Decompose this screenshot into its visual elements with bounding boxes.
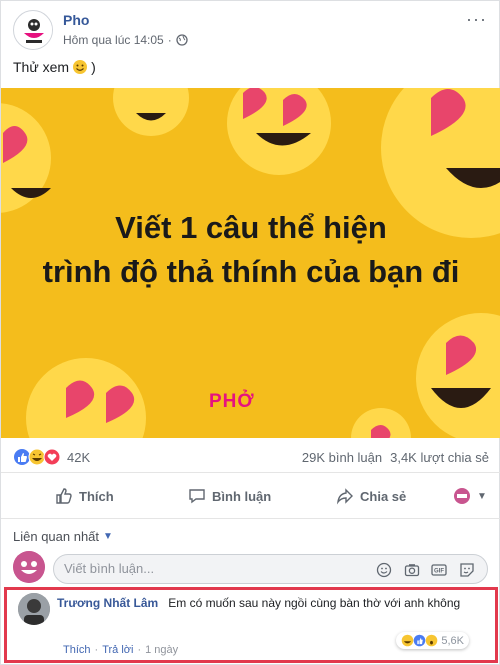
image-headline: Viết 1 câu thể hiện trình độ thả thính c… [1,206,500,294]
comment-bubble-icon [189,489,205,504]
post-timestamp[interactable]: Hôm qua lúc 14:05 · [63,33,188,47]
sort-label: Liên quan nhất [13,529,100,544]
like-label: Thích [79,488,114,504]
stat-counts: 29K bình luận 3,4K lượt chia sẻ [302,450,489,465]
page-avatar-small-icon [454,488,470,504]
post-card: Pho Hôm qua lúc 14:05 · ··· Thử xem ) Vi… [0,0,500,665]
wow-reaction-icon [426,634,438,647]
comment-composer: GIF [1,551,500,587]
page-name[interactable]: Pho [63,12,89,28]
reaction-icons[interactable] [13,448,61,466]
comment-label: Bình luận [212,488,272,504]
comment-input-wrapper: GIF [53,554,488,584]
avatar[interactable] [13,551,45,583]
globe-icon [176,34,188,46]
gif-icon[interactable]: GIF [431,562,447,578]
share-label: Chia sẻ [360,488,407,504]
post-header: Pho Hôm qua lúc 14:05 · ··· [1,1,500,57]
comment-reaction-count: 5,6K [441,634,464,647]
share-button[interactable]: Chia sẻ [336,487,406,505]
comment-like-link[interactable]: Thích [63,644,91,656]
comment-body: Trương Nhất Lâm Em có muốn sau này ngồi … [57,595,489,611]
react-as-page-button[interactable]: ▼ [453,487,487,505]
share-count[interactable]: 3,4K lượt chia sẻ [390,450,489,465]
comment-button[interactable]: Bình luận [188,487,271,505]
comment-sort-dropdown[interactable]: Liên quan nhất ▼ [13,529,113,544]
svg-text:GIF: GIF [434,569,444,575]
image-headline-line1: Viết 1 câu thể hiện [115,210,387,245]
comment-count[interactable]: 29K bình luận [302,450,382,465]
chevron-down-icon: ▼ [477,490,487,502]
post-actions: Thích Bình luận Chia sẻ ▼ [1,475,500,519]
comment-actions: Thích · Trả lời · 1 ngày [63,644,179,656]
comment-age[interactable]: 1 ngày [145,644,178,656]
avatar[interactable] [18,593,50,625]
caption-text: Thử xem [13,59,70,75]
camera-icon[interactable] [404,562,420,578]
more-options-icon[interactable]: ··· [466,9,487,30]
comment-reactions[interactable]: 5,6K [396,632,469,649]
brand-logo: PHỞ [209,391,255,412]
post-stats: 42K 29K bình luận 3,4K lượt chia sẻ [1,441,500,473]
chevron-down-icon: ▼ [103,531,113,542]
timestamp-text[interactable]: Hôm qua lúc 14:05 [63,33,164,47]
caption-suffix: ) [91,59,96,75]
comment-reply-link[interactable]: Trả lời [102,644,133,656]
love-reaction-icon [43,448,61,466]
comment-input[interactable] [64,561,364,576]
comment-text: Em có muốn sau này ngồi cùng bàn thờ với… [168,596,461,610]
like-button[interactable]: Thích [55,487,114,505]
share-arrow-icon [336,488,353,505]
reaction-count[interactable]: 42K [67,450,90,465]
smile-emoji-icon [73,60,88,74]
post-image[interactable]: Viết 1 câu thể hiện trình độ thả thính c… [1,88,500,438]
thumbs-up-icon [56,488,72,504]
emoji-icon[interactable] [376,562,392,578]
comment-bubble: Trương Nhất Lâm Em có muốn sau này ngồi … [57,595,489,611]
post-caption: Thử xem ) [13,59,96,75]
page-avatar[interactable] [13,10,53,50]
comment-author[interactable]: Trương Nhất Lâm [57,596,158,610]
image-headline-line2: trình độ thả thính của bạn đi [42,254,460,289]
sticker-icon[interactable] [459,562,475,578]
